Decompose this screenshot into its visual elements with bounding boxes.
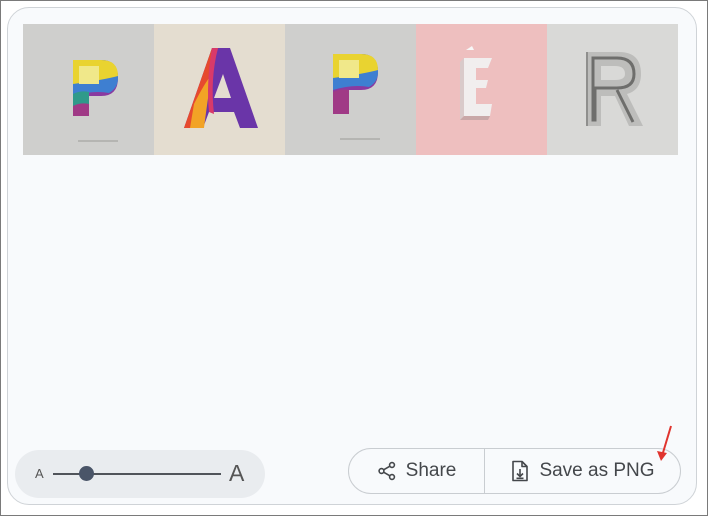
letter-tile[interactable]: [154, 24, 285, 155]
paper-letter-r-image: [547, 24, 678, 155]
letter-tile[interactable]: [547, 24, 678, 155]
font-size-slider[interactable]: A A: [15, 450, 265, 498]
letter-tile[interactable]: [416, 24, 547, 155]
file-download-icon: [510, 460, 530, 482]
share-label: Share: [405, 460, 457, 481]
paper-letter-a-image: [154, 24, 285, 155]
save-as-png-label: Save as PNG: [539, 460, 655, 481]
share-button[interactable]: Share: [349, 449, 485, 493]
annotation-arrow-icon: [657, 425, 672, 461]
share-icon: [377, 461, 397, 481]
paper-letter-p-image: [285, 24, 416, 155]
paper-letter-p-image: [23, 24, 154, 155]
large-text-size-label: A: [229, 460, 245, 486]
slider-thumb[interactable]: [79, 466, 95, 481]
letter-tile[interactable]: [23, 24, 154, 155]
action-button-group: Share Save as PNG: [348, 448, 681, 494]
small-text-size-label: A: [35, 466, 44, 481]
save-as-png-button[interactable]: Save as PNG: [485, 449, 680, 493]
paper-letter-e-image: [416, 24, 547, 155]
letter-tile[interactable]: [285, 24, 416, 155]
letter-image-strip: [23, 24, 678, 155]
